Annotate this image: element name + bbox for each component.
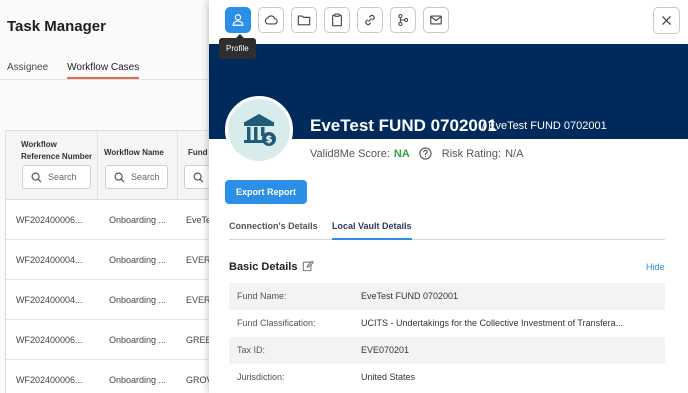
- cell-fund: EVER: [186, 255, 211, 265]
- workflow-cases-table: Workflow Reference Number Workflow Name …: [5, 130, 224, 393]
- table-row[interactable]: WF202400006... Onboarding ... GROV: [6, 360, 216, 393]
- cell-fund: EVER: [186, 295, 211, 305]
- cell-fund: GREE: [186, 335, 212, 345]
- score-value: NA: [393, 147, 410, 160]
- cell-reference: WF202400004...: [16, 295, 83, 305]
- score-line: Valid8Me Score: NA Risk Rating: N/A: [310, 147, 523, 160]
- detail-row: Jurisdiction: United States: [229, 364, 665, 391]
- detail-value: EveTest FUND 0702001: [361, 291, 459, 301]
- hide-link[interactable]: Hide: [646, 262, 665, 272]
- cell-name: Onboarding ...: [109, 255, 167, 265]
- fund-subtitle: / EveTest FUND 0702001: [482, 120, 607, 132]
- link-button[interactable]: [357, 7, 383, 33]
- table-row[interactable]: WF202400004... Onboarding ... EVER: [6, 280, 216, 320]
- detail-label: Jurisdiction:: [237, 372, 285, 382]
- details-tabs: Connection's Details Local Vault Details: [229, 218, 665, 240]
- search-input-name[interactable]: Search: [105, 165, 168, 189]
- export-report-button[interactable]: Export Report: [225, 180, 307, 204]
- header-fund: Fund: [188, 148, 208, 157]
- panel-toolbar: [209, 0, 688, 44]
- mail-button[interactable]: [423, 7, 449, 33]
- fund-title: EveTest FUND 0702001: [310, 116, 497, 135]
- table-row[interactable]: WF202400006... Onboarding ... GREE: [6, 320, 216, 360]
- fund-profile-panel: Profile $ EveTest FUND 0702001 / EveTest…: [209, 0, 688, 393]
- workflow-button[interactable]: [390, 7, 416, 33]
- search-icon: [114, 172, 125, 183]
- profile-tooltip: Profile: [219, 34, 256, 59]
- clipboard-icon: [332, 13, 342, 27]
- detail-row: Fund Name: EveTest FUND 0702001: [229, 283, 665, 310]
- detail-label: Fund Classification:: [237, 318, 316, 328]
- table-row[interactable]: WF202400006... Onboarding ... EveTe: [6, 200, 216, 240]
- tab-assignee[interactable]: Assignee: [7, 62, 48, 79]
- cell-reference: WF202400004...: [16, 255, 83, 265]
- edit-button[interactable]: [302, 259, 314, 277]
- table-row[interactable]: WF202400004... Onboarding ... EVER: [6, 240, 216, 280]
- cell-name: Onboarding ...: [109, 215, 167, 225]
- fund-avatar: $: [225, 96, 293, 164]
- user-icon: [232, 14, 244, 26]
- search-icon: [31, 172, 42, 183]
- section-title: Basic Details: [229, 261, 298, 273]
- tab-local-vault-details[interactable]: Local Vault Details: [332, 221, 412, 240]
- detail-value: United States: [361, 372, 416, 382]
- detail-label: Fund Name:: [237, 291, 287, 301]
- tab-workflow-cases[interactable]: Workflow Cases: [67, 62, 140, 79]
- column-divider: [97, 131, 98, 200]
- mail-icon: [430, 15, 442, 25]
- cloud-icon: [264, 15, 278, 25]
- edit-icon: [302, 260, 314, 272]
- folder-icon: [297, 15, 311, 26]
- detail-row: Tax ID: EVE070201: [229, 337, 665, 364]
- workflow-icon: [398, 13, 409, 27]
- search-placeholder: Search: [131, 172, 160, 182]
- cell-fund: EveTe: [186, 215, 212, 225]
- basic-details-list: Fund Name: EveTest FUND 0702001 Fund Cla…: [229, 283, 665, 391]
- score-label: Valid8Me Score:: [310, 147, 390, 160]
- tab-divider: [0, 79, 210, 80]
- help-button[interactable]: [419, 147, 432, 160]
- detail-value: EVE070201: [361, 345, 410, 355]
- close-button[interactable]: [653, 7, 680, 34]
- task-manager-tabs: Assignee Workflow Cases: [7, 62, 140, 79]
- detail-row: Fund Classification: UCITS - Undertaking…: [229, 310, 665, 337]
- cell-name: Onboarding ...: [109, 335, 167, 345]
- page-title: Task Manager: [7, 18, 106, 35]
- search-placeholder: Search: [48, 172, 77, 182]
- detail-value: UCITS - Undertakings for the Collective …: [361, 318, 624, 328]
- cell-name: Onboarding ...: [109, 375, 167, 385]
- help-icon: [419, 147, 432, 160]
- cell-reference: WF202400006...: [16, 335, 83, 345]
- cloud-button[interactable]: [258, 7, 284, 33]
- folder-button[interactable]: [291, 7, 317, 33]
- header-workflow-name: Workflow Name: [104, 148, 164, 157]
- link-icon: [365, 14, 375, 26]
- column-divider: [177, 131, 178, 200]
- header-workflow-reference: Workflow Reference Number: [21, 140, 93, 161]
- tab-connections-details[interactable]: Connection's Details: [229, 221, 318, 231]
- profile-button[interactable]: [225, 7, 251, 33]
- close-icon: [662, 16, 671, 25]
- cell-reference: WF202400006...: [16, 215, 83, 225]
- bank-icon: $: [243, 114, 276, 146]
- cell-name: Onboarding ...: [109, 295, 167, 305]
- risk-value: N/A: [505, 147, 524, 160]
- search-icon: [193, 172, 204, 183]
- detail-label: Tax ID:: [237, 345, 266, 355]
- risk-label: Risk Rating:: [441, 147, 502, 160]
- clipboard-button[interactable]: [324, 7, 350, 33]
- cell-reference: WF202400006...: [16, 375, 83, 385]
- table-header: Workflow Reference Number Workflow Name …: [6, 131, 224, 200]
- search-input-reference[interactable]: Search: [22, 165, 91, 189]
- svg-text:$: $: [266, 135, 273, 146]
